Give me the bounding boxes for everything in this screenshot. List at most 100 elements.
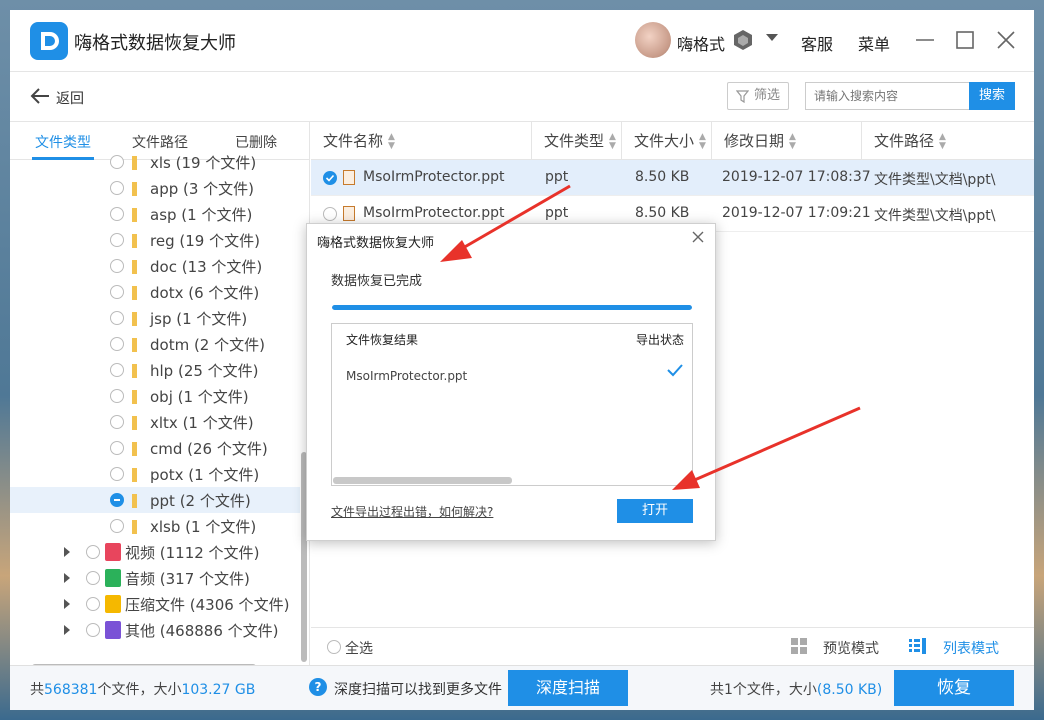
filter-label: 筛选 — [754, 88, 781, 103]
filter-icon — [736, 90, 749, 103]
grid-view-icon[interactable] — [791, 638, 807, 654]
tree-item-xlsb[interactable]: xlsb (1 个文件) — [10, 513, 300, 539]
folder-icon — [132, 156, 137, 170]
export-error-help-link[interactable]: 文件导出过程出错，如何解决? — [331, 503, 493, 520]
expand-arrow-icon[interactable] — [64, 625, 70, 635]
tree-item-reg[interactable]: reg (19 个文件) — [10, 227, 300, 253]
video-icon — [105, 543, 121, 561]
tree-item-dotx[interactable]: dotx (6 个文件) — [10, 279, 300, 305]
summary-text: 个文件，大小 — [97, 682, 182, 698]
tree-radio[interactable] — [110, 259, 124, 273]
tree-radio[interactable] — [110, 181, 124, 195]
customer-service-button[interactable]: 客服 — [801, 31, 833, 55]
maximize-icon[interactable] — [953, 28, 977, 52]
other-icon — [105, 621, 121, 639]
audio-icon — [105, 569, 121, 587]
tree-radio[interactable] — [110, 207, 124, 221]
tree-category-other[interactable]: 其他 (468886 个文件) — [10, 617, 300, 643]
folder-icon — [132, 234, 137, 248]
tree-radio[interactable] — [110, 519, 124, 533]
recover-button[interactable]: 恢复 — [894, 670, 1014, 706]
column-header-type[interactable]: 文件类型 ▲ ▼ — [532, 122, 622, 160]
tree-radio[interactable] — [86, 545, 100, 559]
tree-item-label: jsp (1 个文件) — [150, 310, 248, 328]
deep-scan-button[interactable]: 深度扫描 — [508, 670, 628, 706]
horizontal-scrollbar[interactable] — [333, 477, 512, 484]
table-row[interactable]: MsoIrmProtector.ppt ppt 8.50 KB 2019-12-… — [311, 160, 1034, 196]
search-input[interactable] — [805, 82, 971, 110]
tree-item-xltx[interactable]: xltx (1 个文件) — [10, 409, 300, 435]
username[interactable]: 嗨格式 — [677, 31, 725, 55]
open-button[interactable]: 打开 — [617, 499, 693, 523]
tree-item-label: 压缩文件 (4306 个文件) — [125, 596, 290, 614]
tree-radio[interactable] — [110, 363, 124, 377]
selected-summary: 共1个文件，大小(8.50 KB) — [710, 679, 882, 699]
file-type: ppt — [545, 205, 569, 221]
column-header-path[interactable]: 文件路径 ▲ ▼ — [862, 122, 1034, 160]
tree-item-jsp[interactable]: jsp (1 个文件) — [10, 305, 300, 331]
tree-radio[interactable] — [86, 597, 100, 611]
expand-arrow-icon[interactable] — [64, 547, 70, 557]
back-button[interactable]: 返回 — [56, 88, 84, 108]
row-checkbox[interactable] — [323, 207, 337, 221]
close-icon[interactable] — [994, 28, 1018, 52]
tree-item-app[interactable]: app (3 个文件) — [10, 175, 300, 201]
recovery-complete-dialog: 嗨格式数据恢复大师 数据恢复已完成 文件恢复结果 导出状态 MsoIrmProt… — [306, 223, 716, 541]
tree-item-label: dotm (2 个文件) — [150, 336, 265, 354]
column-header-date[interactable]: 修改日期 ▲ ▼ — [712, 122, 862, 160]
tree-radio[interactable] — [110, 415, 124, 429]
tree-radio[interactable] — [110, 389, 124, 403]
tree-radio[interactable] — [86, 623, 100, 637]
tree-radio[interactable] — [110, 285, 124, 299]
dialog-close-icon[interactable] — [690, 229, 706, 245]
tree-category-archive[interactable]: 压缩文件 (4306 个文件) — [10, 591, 300, 617]
tree-radio[interactable] — [110, 311, 124, 325]
filter-button[interactable]: 筛选 — [727, 82, 789, 110]
tree-item-label: 其他 (468886 个文件) — [125, 622, 279, 640]
tree-radio[interactable] — [110, 233, 124, 247]
tree-item-cmd[interactable]: cmd (26 个文件) — [10, 435, 300, 461]
column-header-size[interactable]: 文件大小 ▲ ▼ — [622, 122, 712, 160]
sort-icon: ▲ ▼ — [789, 131, 796, 151]
tree-item-asp[interactable]: asp (1 个文件) — [10, 201, 300, 227]
tree-radio[interactable] — [110, 441, 124, 455]
tree-item-potx[interactable]: potx (1 个文件) — [10, 461, 300, 487]
menu-button[interactable]: 菜单 — [858, 31, 890, 55]
title-bar: 嗨格式数据恢复大师 嗨格式 客服 菜单 — [10, 10, 1034, 72]
table-footer: 全选 预览模式 列表模式 — [311, 627, 1034, 665]
minimize-icon[interactable] — [913, 28, 937, 52]
tree-item-dotm[interactable]: dotm (2 个文件) — [10, 331, 300, 357]
category-panel: 文件类型 文件路径 已删除 xls (19 个文件) app (3 个文件) a… — [10, 122, 310, 665]
tree-item-label: obj (1 个文件) — [150, 388, 249, 406]
tree-radio[interactable] — [86, 571, 100, 585]
expand-arrow-icon[interactable] — [64, 573, 70, 583]
select-all-label[interactable]: 全选 — [345, 638, 373, 658]
chevron-down-icon[interactable] — [766, 34, 778, 41]
tree-item-xls[interactable]: xls (19 个文件) — [10, 149, 300, 175]
folder-icon — [132, 260, 137, 274]
tree-item-obj[interactable]: obj (1 个文件) — [10, 383, 300, 409]
tree-radio-partial[interactable] — [110, 493, 124, 507]
column-header-name[interactable]: 文件名称 ▲ ▼ — [311, 122, 532, 160]
tree-radio[interactable] — [110, 155, 124, 169]
list-mode-button[interactable]: 列表模式 — [943, 638, 999, 658]
tree-item-doc[interactable]: doc (13 个文件) — [10, 253, 300, 279]
tree-radio[interactable] — [110, 467, 124, 481]
column-label: 文件类型 — [544, 132, 605, 150]
avatar[interactable] — [635, 22, 671, 58]
recovery-status: 数据恢复已完成 — [331, 274, 423, 289]
tree-item-hlp[interactable]: hlp (25 个文件) — [10, 357, 300, 383]
help-icon[interactable]: ? — [309, 678, 327, 696]
select-all-radio[interactable] — [327, 640, 341, 654]
preview-mode-button[interactable]: 预览模式 — [823, 638, 879, 658]
tree-item-ppt[interactable]: ppt (2 个文件) — [10, 487, 300, 513]
expand-arrow-icon[interactable] — [64, 599, 70, 609]
tree-category-video[interactable]: 视频 (1112 个文件) — [10, 539, 300, 565]
list-view-icon[interactable] — [909, 638, 927, 654]
search-button[interactable]: 搜索 — [969, 82, 1015, 110]
tree-radio[interactable] — [110, 337, 124, 351]
row-checkbox[interactable] — [323, 171, 337, 185]
arrow-left-icon[interactable] — [30, 87, 50, 105]
folder-icon — [132, 442, 137, 456]
tree-category-audio[interactable]: 音频 (317 个文件) — [10, 565, 300, 591]
